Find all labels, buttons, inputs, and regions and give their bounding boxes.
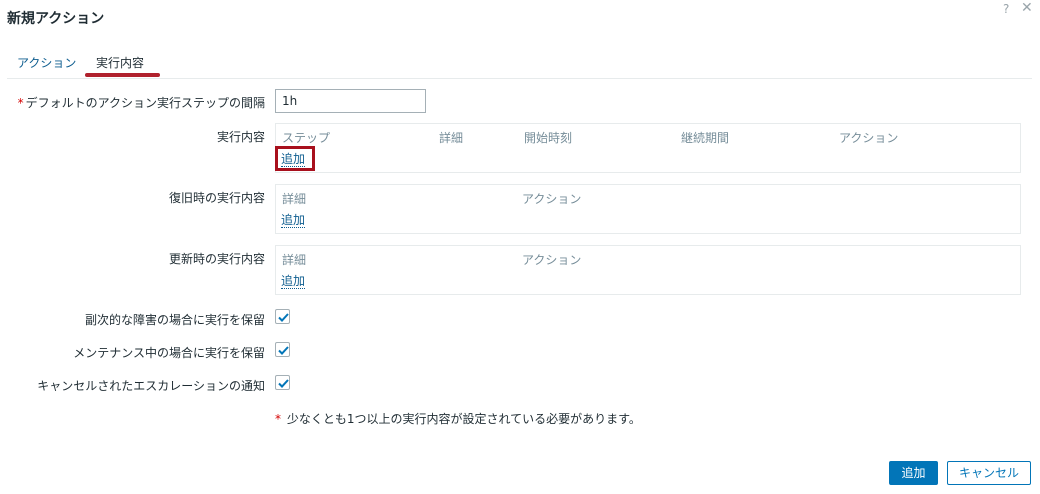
update-operations-table: 詳細 アクション 追加 [275, 245, 1021, 295]
help-icon[interactable]: ? [1003, 2, 1009, 16]
step-duration-label: * デフォルトのアクション実行ステップの間隔 [17, 96, 265, 110]
add-update-operation-link[interactable]: 追加 [281, 274, 306, 289]
tab-action[interactable]: アクション [17, 54, 76, 71]
active-tab-indicator [85, 73, 160, 77]
tab-operations[interactable]: 実行内容 [96, 54, 144, 71]
column-header-step: ステップ [282, 131, 331, 145]
close-icon[interactable]: ✕ [1021, 0, 1033, 16]
highlight-box [275, 146, 315, 171]
column-header-action: アクション [522, 192, 582, 206]
column-header-details: 詳細 [282, 253, 307, 267]
notify-cancelled-label: キャンセルされたエスカレーションの通知 [37, 379, 265, 393]
required-marker: * [17, 96, 24, 110]
step-duration-input[interactable] [275, 89, 426, 113]
recovery-operations-table: 詳細 アクション 追加 [275, 184, 1021, 234]
operations-table: ステップ 詳細 開始時刻 継続期間 アクション 追加 [275, 123, 1021, 173]
required-note: * 少なくとも1つ以上の実行内容が設定されている必要があります。 [275, 412, 641, 426]
add-recovery-operation-link[interactable]: 追加 [281, 213, 306, 228]
column-header-action: アクション [839, 131, 899, 145]
checkmark-icon [278, 379, 289, 388]
column-header-details: 詳細 [439, 131, 464, 145]
checkmark-icon [278, 313, 289, 322]
pause-maintenance-label: メンテナンス中の場合に実行を保留 [73, 346, 265, 360]
column-header-start: 開始時刻 [524, 131, 573, 145]
update-operations-label: 更新時の実行内容 [168, 252, 265, 266]
operations-label: 実行内容 [216, 130, 265, 144]
column-header-details: 詳細 [282, 192, 307, 206]
checkmark-icon [278, 346, 289, 355]
dialog-title: 新規アクション [7, 11, 105, 27]
add-button[interactable]: 追加 [889, 461, 938, 485]
tab-bar: アクション 実行内容 [7, 52, 1032, 79]
recovery-operations-label: 復旧時の実行内容 [168, 191, 265, 205]
pause-symptoms-label: 副次的な障害の場合に実行を保留 [84, 313, 265, 327]
column-header-duration: 継続期間 [681, 131, 730, 145]
pause-symptoms-checkbox[interactable] [275, 309, 290, 324]
pause-maintenance-checkbox[interactable] [275, 342, 290, 357]
notify-cancelled-checkbox[interactable] [275, 375, 290, 390]
cancel-button[interactable]: キャンセル [947, 461, 1031, 485]
column-header-action: アクション [522, 253, 582, 267]
required-marker: * [275, 412, 281, 426]
